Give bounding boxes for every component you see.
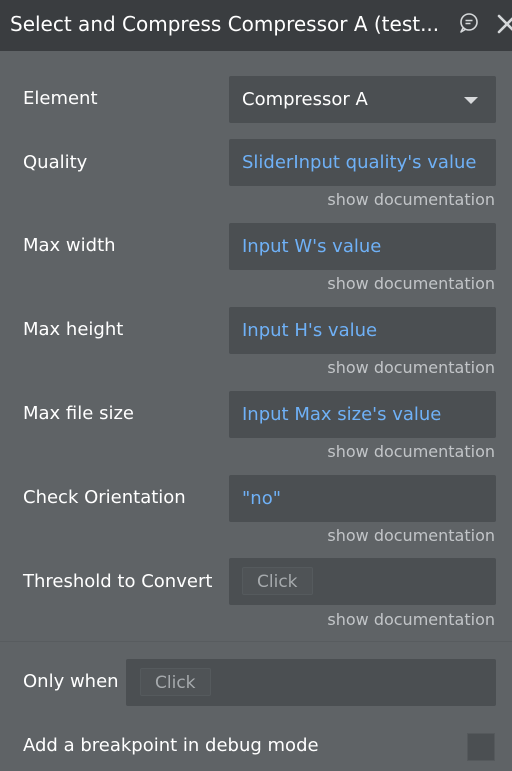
threshold-label: Threshold to Convert	[23, 571, 213, 592]
max-height-field[interactable]: Input H's value	[229, 307, 496, 354]
max-width-field[interactable]: Input W's value	[229, 223, 496, 270]
max-height-value: Input H's value	[242, 320, 378, 341]
element-value: Compressor A	[242, 89, 368, 110]
threshold-click-button[interactable]: Click	[242, 567, 313, 595]
max-height-label: Max height	[23, 319, 124, 340]
threshold-field[interactable]: Click	[229, 558, 496, 605]
max-height-show-documentation-link[interactable]: show documentation	[327, 358, 495, 378]
panel-header: Select and Compress Compressor A (test..…	[0, 0, 512, 51]
check-orientation-value: "no"	[242, 488, 281, 509]
element-label: Element	[23, 88, 98, 109]
breakpoint-checkbox[interactable]	[467, 733, 495, 761]
max-width-value: Input W's value	[242, 236, 382, 257]
quality-value: SliderInput quality's value	[242, 152, 477, 173]
element-dropdown[interactable]: Compressor A	[229, 76, 496, 123]
max-file-size-show-documentation-link[interactable]: show documentation	[327, 442, 495, 462]
quality-show-documentation-link[interactable]: show documentation	[327, 190, 495, 210]
breakpoint-label: Add a breakpoint in debug mode	[23, 735, 319, 756]
panel-title: Select and Compress Compressor A (test..…	[10, 12, 440, 36]
check-orientation-show-documentation-link[interactable]: show documentation	[327, 526, 495, 546]
quality-field[interactable]: SliderInput quality's value	[229, 139, 496, 186]
close-icon[interactable]	[497, 14, 512, 34]
quality-label: Quality	[23, 152, 88, 173]
section-divider	[0, 641, 512, 642]
max-width-show-documentation-link[interactable]: show documentation	[327, 274, 495, 294]
check-orientation-field[interactable]: "no"	[229, 475, 496, 522]
check-orientation-label: Check Orientation	[23, 487, 186, 508]
only-when-label: Only when	[23, 671, 119, 692]
chevron-down-icon	[464, 97, 478, 104]
threshold-show-documentation-link[interactable]: show documentation	[327, 610, 495, 630]
max-file-size-field[interactable]: Input Max size's value	[229, 391, 496, 438]
max-file-size-label: Max file size	[23, 403, 134, 424]
max-file-size-value: Input Max size's value	[242, 404, 442, 425]
comment-icon[interactable]	[458, 12, 480, 34]
max-width-label: Max width	[23, 235, 116, 256]
only-when-click-button[interactable]: Click	[140, 668, 211, 696]
only-when-field[interactable]: Click	[126, 659, 496, 706]
